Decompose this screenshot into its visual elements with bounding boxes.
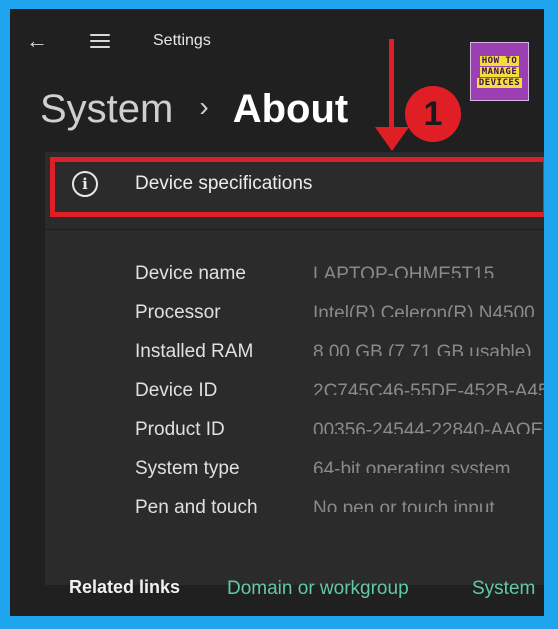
settings-window: ← Settings HOW TO MANAGE DEVICES System … [10, 9, 544, 616]
spec-label: Product ID [135, 419, 225, 440]
spec-value: LAPTOP-OHME5T15 [313, 264, 495, 278]
spec-value: Intel(R) Celeron(R) N4500 [313, 303, 535, 317]
spec-value: 64-bit operating system [313, 459, 511, 473]
spec-row-product-id: Product ID 00356-24544-22840-AAOEM [135, 412, 544, 451]
spec-row-pen-and-touch: Pen and touch No pen or touch input [135, 490, 544, 529]
spec-label: Installed RAM [135, 341, 254, 362]
breadcrumb: System › About [40, 81, 348, 137]
title-bar: ← Settings [10, 9, 544, 73]
divider [45, 229, 544, 230]
app-title: Settings [153, 32, 211, 49]
spec-row-device-id: Device ID 2C745C46-55DE-452B-A45E [135, 373, 544, 412]
related-links-bar: Related links Domain or workgroup System [20, 577, 544, 611]
spec-label: Device ID [135, 380, 218, 401]
annotation-arrow-head [375, 127, 409, 151]
spec-value: 00356-24544-22840-AAOEM [313, 420, 544, 434]
spec-row-device-name: Device name LAPTOP-OHME5T15 [135, 256, 544, 295]
device-specifications-header[interactable]: i Device specifications [45, 152, 544, 224]
logo-line-1: HOW TO [479, 55, 520, 66]
spec-row-installed-ram: Installed RAM 8.00 GB (7.71 GB usable) [135, 334, 544, 373]
spec-label: System type [135, 458, 240, 479]
step-number-badge: 1 [405, 86, 461, 142]
annotation-highlight-box [50, 157, 544, 217]
logo-line-2: MANAGE [479, 66, 520, 77]
spec-value: 8.00 GB (7.71 GB usable) [313, 342, 532, 356]
back-arrow-icon[interactable]: ← [24, 28, 50, 54]
breadcrumb-system[interactable]: System [40, 87, 173, 132]
related-links-label: Related links [69, 577, 181, 597]
hamburger-menu-icon[interactable] [86, 28, 114, 54]
spec-label: Device name [135, 263, 246, 284]
spec-label: Processor [135, 302, 221, 323]
spec-value: 2C745C46-55DE-452B-A45E [313, 381, 544, 395]
spec-row-processor: Processor Intel(R) Celeron(R) N4500 [135, 295, 544, 334]
annotation-arrow [389, 39, 394, 135]
how-to-manage-devices-logo: HOW TO MANAGE DEVICES [470, 42, 529, 101]
spec-value: No pen or touch input [313, 498, 495, 512]
chevron-right-icon: › [199, 91, 209, 122]
page-title: About [232, 86, 349, 131]
spec-row-system-type: System type 64-bit operating system [135, 451, 544, 490]
logo-line-3: DEVICES [476, 77, 523, 88]
domain-or-workgroup-link[interactable]: Domain or workgroup [227, 578, 409, 600]
system-protection-link[interactable]: System [472, 578, 535, 600]
device-specifications-card: i Device specifications Device name LAPT… [45, 152, 544, 585]
spec-label: Pen and touch [135, 497, 258, 518]
